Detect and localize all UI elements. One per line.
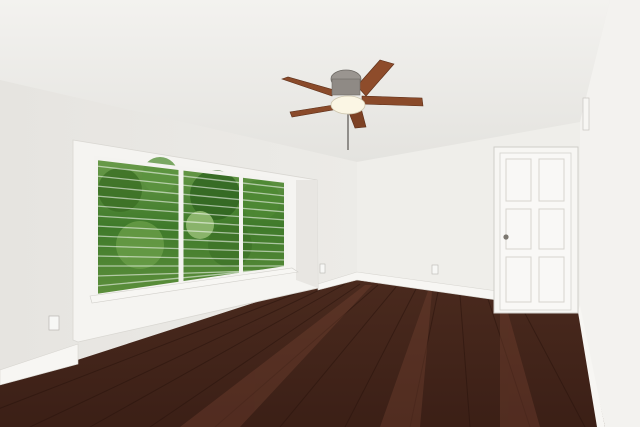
wall-vent [582,97,590,131]
door-knob[interactable] [503,234,509,240]
room-scene [0,0,640,427]
wall-outlet-back [431,264,439,275]
window-alcove-side [296,180,318,288]
fan-light [330,95,366,115]
fan-downrod [331,78,361,96]
wall-outlet-left [48,315,60,331]
room-illustration [0,0,640,427]
fan-blade-right [361,95,424,107]
door[interactable] [499,152,572,311]
wall-outlet-alcove [319,263,326,274]
